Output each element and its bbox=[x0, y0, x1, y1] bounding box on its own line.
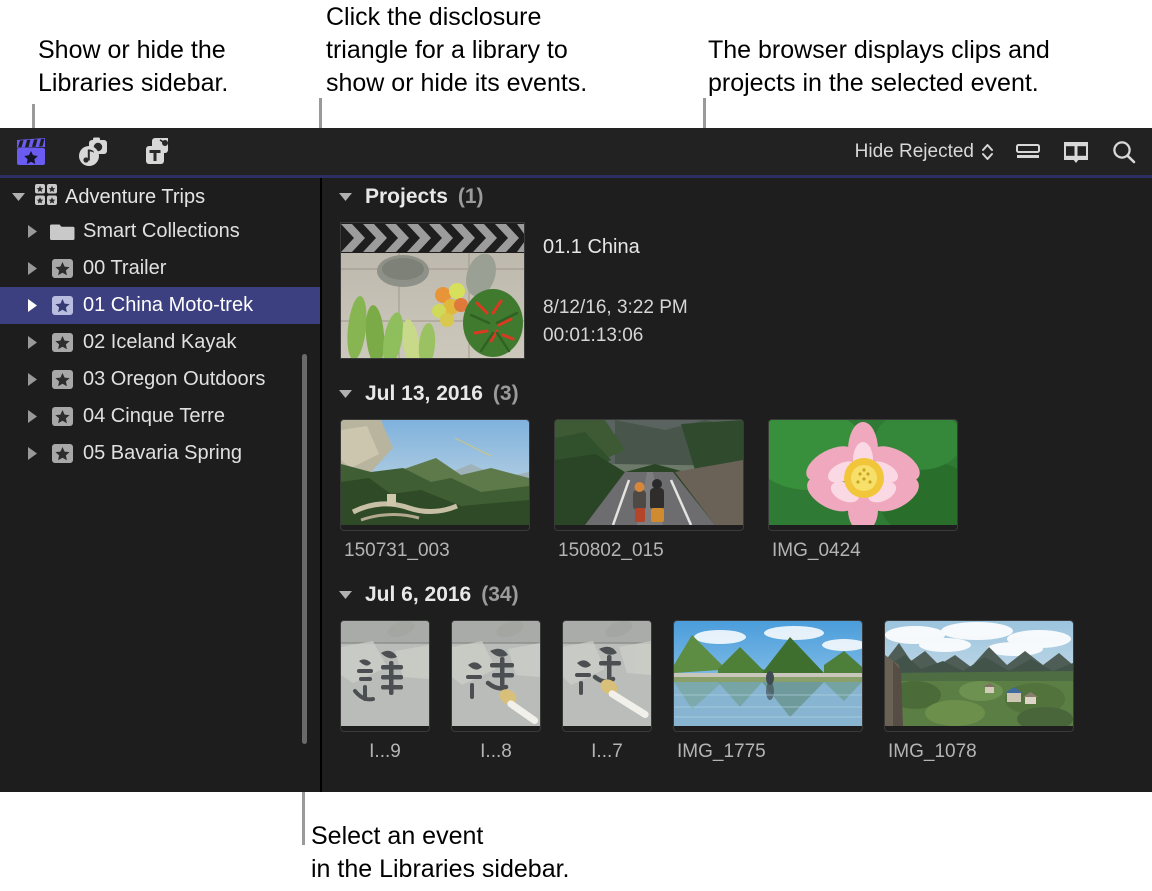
sidebar-item-label: 00 Trailer bbox=[83, 257, 166, 280]
event-star-icon bbox=[50, 405, 75, 428]
section-count: (34) bbox=[481, 583, 518, 607]
library-icon bbox=[34, 183, 59, 211]
sidebar-scrollbar[interactable] bbox=[302, 354, 307, 744]
folder-icon bbox=[50, 220, 75, 243]
clip-item[interactable]: IMG_1078 bbox=[884, 620, 1074, 763]
callout-select-event: Select an event in the Libraries sidebar… bbox=[311, 820, 569, 886]
clip-thumbnail[interactable] bbox=[451, 620, 541, 732]
event-star-icon bbox=[50, 368, 75, 391]
disclosure-triangle-open-icon[interactable] bbox=[8, 191, 28, 203]
sidebar-item-smart-collections[interactable]: Smart Collections bbox=[0, 213, 320, 250]
sidebar-item-label: 04 Cinque Terre bbox=[83, 405, 225, 428]
section-header-jul-6-2016[interactable]: Jul 6, 2016 (34) bbox=[322, 576, 1152, 614]
libraries-sidebar-icon[interactable] bbox=[14, 136, 48, 168]
sidebar-item-label: 02 Iceland Kayak bbox=[83, 331, 236, 354]
section-count: (1) bbox=[458, 185, 484, 209]
sidebar-item-00-trailer[interactable]: 00 Trailer bbox=[0, 250, 320, 287]
section-title: Projects bbox=[365, 185, 448, 209]
clip-name: 150802_015 bbox=[554, 540, 744, 562]
sidebar-item-label: 01 China Moto-trek bbox=[83, 294, 253, 317]
disclosure-triangle-closed-icon[interactable] bbox=[22, 224, 42, 239]
callout-browser: The browser displays clips and projects … bbox=[708, 34, 1050, 100]
clip-item[interactable]: 150802_015 bbox=[554, 419, 744, 562]
disclosure-triangle-closed-icon[interactable] bbox=[22, 335, 42, 350]
disclosure-triangle-open-icon[interactable] bbox=[335, 191, 355, 203]
event-star-icon bbox=[50, 257, 75, 280]
event-star-icon bbox=[50, 294, 75, 317]
disclosure-triangle-closed-icon[interactable] bbox=[22, 261, 42, 276]
section-count: (3) bbox=[493, 382, 519, 406]
libraries-sidebar[interactable]: Adventure Trips Smart Collections bbox=[0, 178, 320, 792]
clip-thumbnail[interactable] bbox=[562, 620, 652, 732]
clip-item[interactable]: I...8 bbox=[451, 620, 541, 763]
clip-name: 150731_003 bbox=[340, 540, 530, 562]
clip-row: 150731_003 bbox=[322, 419, 1152, 562]
clip-name: IMG_0424 bbox=[768, 540, 958, 562]
sidebar-item-label: 05 Bavaria Spring bbox=[83, 442, 242, 465]
library-name: Adventure Trips bbox=[65, 186, 205, 209]
sidebar-item-label: Smart Collections bbox=[83, 220, 240, 243]
project-date: 8/12/16, 3:22 PM bbox=[543, 297, 688, 319]
disclosure-triangle-open-icon[interactable] bbox=[335, 388, 355, 400]
hide-rejected-dropdown[interactable]: Hide Rejected bbox=[855, 141, 994, 163]
project-duration: 00:01:13:06 bbox=[543, 325, 688, 347]
section-header-projects[interactable]: Projects (1) bbox=[322, 178, 1152, 216]
list-view-icon[interactable] bbox=[1014, 140, 1042, 164]
sidebar-item-02-iceland-kayak[interactable]: 02 Iceland Kayak bbox=[0, 324, 320, 361]
callout-disclosure-triangle: Click the disclosure triangle for a libr… bbox=[326, 1, 587, 100]
section-title: Jul 13, 2016 bbox=[365, 382, 483, 406]
filmstrip-view-icon[interactable] bbox=[1062, 140, 1090, 164]
clip-item[interactable]: IMG_1775 bbox=[673, 620, 863, 763]
project-thumbnail[interactable] bbox=[340, 222, 525, 359]
clip-name: IMG_1078 bbox=[884, 741, 1074, 763]
titles-and-generators-icon[interactable] bbox=[138, 136, 172, 168]
disclosure-triangle-closed-icon[interactable] bbox=[22, 409, 42, 424]
clip-name: I...7 bbox=[562, 741, 652, 763]
disclosure-triangle-closed-icon[interactable] bbox=[22, 298, 42, 313]
photos-and-audio-icon[interactable] bbox=[76, 136, 110, 168]
clip-item[interactable]: I...7 bbox=[562, 620, 652, 763]
clip-item[interactable]: IMG_0424 bbox=[768, 419, 958, 562]
sidebar-item-01-china-moto-trek[interactable]: 01 China Moto-trek bbox=[0, 287, 320, 324]
clip-thumbnail[interactable] bbox=[673, 620, 863, 732]
final-cut-pro-window: Hide Rejected bbox=[0, 128, 1152, 792]
clip-thumbnail[interactable] bbox=[340, 419, 530, 531]
clip-name: I...9 bbox=[340, 741, 430, 763]
section-header-jul-13-2016[interactable]: Jul 13, 2016 (3) bbox=[322, 375, 1152, 413]
clip-name: I...8 bbox=[451, 741, 541, 763]
project-item[interactable]: 01.1 China 8/12/16, 3:22 PM 00:01:13:06 bbox=[322, 222, 1152, 359]
browser-toolbar: Hide Rejected bbox=[0, 128, 1152, 175]
clip-thumbnail[interactable] bbox=[554, 419, 744, 531]
clip-name: IMG_1775 bbox=[673, 741, 863, 763]
browser-pane[interactable]: Projects (1) bbox=[322, 178, 1152, 792]
library-row-adventure-trips[interactable]: Adventure Trips bbox=[0, 181, 320, 213]
hide-rejected-label: Hide Rejected bbox=[855, 141, 974, 163]
clip-thumbnail[interactable] bbox=[768, 419, 958, 531]
sidebar-item-04-cinque-terre[interactable]: 04 Cinque Terre bbox=[0, 398, 320, 435]
disclosure-triangle-closed-icon[interactable] bbox=[22, 372, 42, 387]
project-name: 01.1 China bbox=[543, 236, 688, 259]
sidebar-item-05-bavaria-spring[interactable]: 05 Bavaria Spring bbox=[0, 435, 320, 472]
clip-row: I...9 bbox=[322, 620, 1152, 763]
event-star-icon bbox=[50, 331, 75, 354]
clip-item[interactable]: 150731_003 bbox=[340, 419, 530, 562]
disclosure-triangle-open-icon[interactable] bbox=[335, 589, 355, 601]
clip-thumbnail[interactable] bbox=[340, 620, 430, 732]
sidebar-item-label: 03 Oregon Outdoors bbox=[83, 368, 265, 391]
sidebar-item-03-oregon-outdoors[interactable]: 03 Oregon Outdoors bbox=[0, 361, 320, 398]
clip-item[interactable]: I...9 bbox=[340, 620, 430, 763]
search-icon[interactable] bbox=[1110, 139, 1138, 165]
callout-show-hide-sidebar: Show or hide the Libraries sidebar. bbox=[38, 34, 228, 100]
disclosure-triangle-closed-icon[interactable] bbox=[22, 446, 42, 461]
event-star-icon bbox=[50, 442, 75, 465]
chevron-updown-icon bbox=[981, 143, 994, 161]
clip-thumbnail[interactable] bbox=[884, 620, 1074, 732]
section-title: Jul 6, 2016 bbox=[365, 583, 471, 607]
